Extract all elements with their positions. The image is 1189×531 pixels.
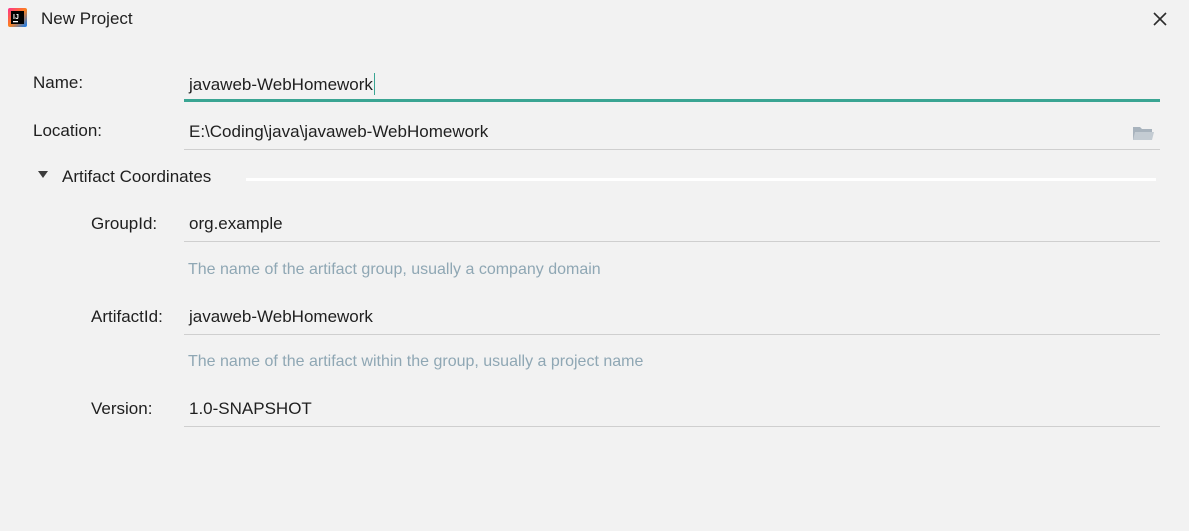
artifactid-label: ArtifactId: — [91, 307, 163, 326]
intellij-idea-icon: IJ — [8, 8, 27, 27]
version-label: Version: — [91, 399, 153, 418]
folder-icon[interactable] — [1132, 124, 1154, 142]
artifactid-value: javaweb-WebHomework — [189, 307, 373, 326]
name-label: Name: — [33, 73, 84, 92]
artifactid-hint: The name of the artifact within the grou… — [188, 353, 644, 370]
text-caret — [373, 73, 375, 95]
version-value: 1.0-SNAPSHOT — [189, 399, 312, 418]
groupid-field[interactable]: org.example — [184, 208, 1160, 242]
svg-text:IJ: IJ — [13, 14, 19, 21]
groupid-hint: The name of the artifact group, usually … — [188, 261, 601, 278]
artifact-coordinates-title: Artifact Coordinates — [62, 167, 212, 186]
version-field[interactable]: 1.0-SNAPSHOT — [184, 393, 1160, 427]
title-bar: IJ New Project — [0, 0, 1189, 38]
dialog-title: New Project — [41, 9, 133, 28]
new-project-dialog: IJ New Project Name: javaweb-WebHomework… — [0, 0, 1189, 531]
close-icon[interactable] — [1147, 6, 1173, 32]
expand-triangle-icon — [38, 171, 48, 178]
name-value: javaweb-WebHomework — [189, 75, 373, 94]
artifactid-field[interactable]: javaweb-WebHomework — [184, 301, 1160, 335]
groupid-value: org.example — [189, 214, 283, 233]
location-value: E:\Coding\java\javaweb-WebHomework — [189, 122, 489, 141]
section-divider — [246, 178, 1156, 181]
location-field[interactable]: E:\Coding\java\javaweb-WebHomework — [184, 116, 1160, 150]
name-field[interactable]: javaweb-WebHomework — [184, 67, 1160, 102]
location-label: Location: — [33, 121, 102, 140]
groupid-label: GroupId: — [91, 214, 158, 233]
